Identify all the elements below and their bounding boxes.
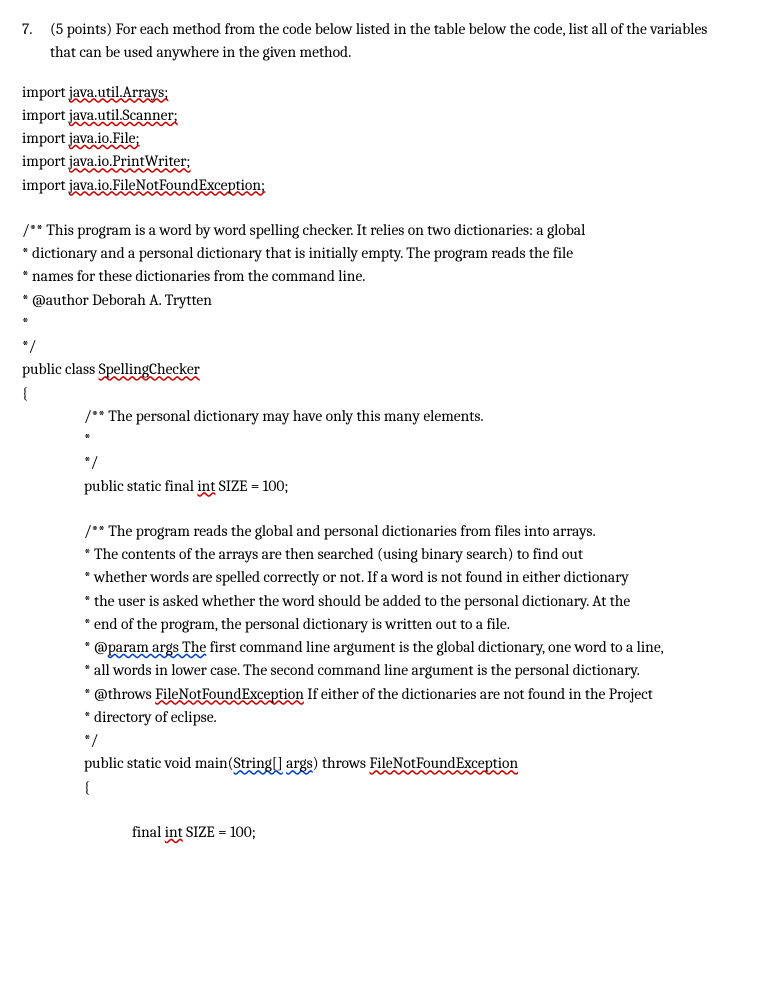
class-comment: /** This program is a word by word spell… <box>22 219 742 242</box>
import-path: java.util.Arrays; <box>69 83 168 101</box>
local-decl: final int SIZE = 100; <box>22 821 742 844</box>
field-comment: * <box>22 428 742 451</box>
class-comment: * dictionary and a personal dictionary t… <box>22 242 742 265</box>
int-keyword: int <box>197 477 215 495</box>
method-comment: * all words in lower case. The second co… <box>22 659 742 682</box>
method-comment: * end of the program, the personal dicti… <box>22 613 742 636</box>
class-comment: * names for these dictionaries from the … <box>22 265 742 288</box>
exception-name: FileNotFoundException <box>155 685 304 703</box>
method-comment: */ <box>22 729 742 752</box>
method-comment: * @param args The first command line arg… <box>22 636 742 659</box>
class-decl: public class SpellingChecker <box>22 358 742 381</box>
args-param: args <box>286 754 313 772</box>
question-number: 7. <box>22 18 50 65</box>
qtext-body: For each method from the code below list… <box>50 20 707 61</box>
method-comment: * @throws FileNotFoundException If eithe… <box>22 683 742 706</box>
points: (5 points) <box>50 20 112 38</box>
exception-name: FileNotFoundException <box>369 754 518 772</box>
field-decl: public static final int SIZE = 100; <box>22 475 742 498</box>
import-path: java.io.PrintWriter; <box>69 152 190 170</box>
import-line: import java.io.FileNotFoundException; <box>22 174 742 197</box>
class-comment: */ <box>22 335 742 358</box>
import-path: java.util.Scanner; <box>69 106 178 124</box>
class-comment: * <box>22 312 742 335</box>
main-decl: public static void main(String[] args) t… <box>22 752 742 775</box>
import-path: java.io.File; <box>69 129 140 147</box>
import-path: java.io.FileNotFoundException; <box>69 176 265 194</box>
import-line: import java.io.PrintWriter; <box>22 150 742 173</box>
method-comment: * whether words are spelled correctly or… <box>22 566 742 589</box>
field-comment: /** The personal dictionary may have onl… <box>22 405 742 428</box>
int-keyword: int <box>165 823 183 841</box>
import-line: import java.util.Arrays; <box>22 81 742 104</box>
question-text: (5 points) For each method from the code… <box>50 18 742 65</box>
class-comment: * @author Deborah A. Trytten <box>22 289 742 312</box>
code-block: import java.util.Arrays; import java.uti… <box>22 81 742 845</box>
param-tag: param args The <box>108 638 207 656</box>
class-name: SpellingChecker <box>99 360 200 378</box>
method-comment: /** The program reads the global and per… <box>22 520 742 543</box>
string-type: String[] <box>234 754 283 772</box>
method-comment: * the user is asked whether the word sho… <box>22 590 742 613</box>
brace-open: { <box>22 382 742 405</box>
brace-open: { <box>22 776 742 799</box>
import-line: import java.util.Scanner; <box>22 104 742 127</box>
method-comment: * directory of eclipse. <box>22 706 742 729</box>
import-line: import java.io.File; <box>22 127 742 150</box>
field-comment: */ <box>22 451 742 474</box>
method-comment: * The contents of the arrays are then se… <box>22 543 742 566</box>
